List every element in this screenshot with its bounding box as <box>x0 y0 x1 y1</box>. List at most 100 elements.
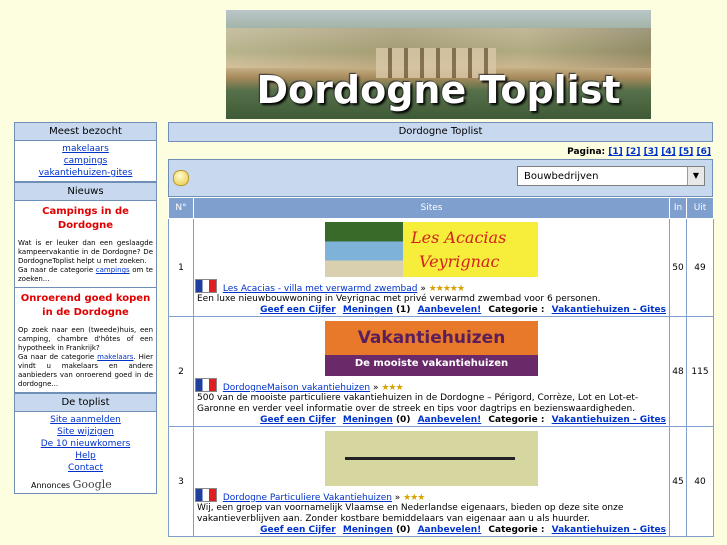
banner-line2: Veyrignac <box>419 252 500 271</box>
category-filter-row: Bouwbedrijven ▼ <box>168 159 713 197</box>
banner-line1: Vakantiehuizen <box>357 327 506 348</box>
contact-link[interactable]: Contact <box>68 463 103 473</box>
french-flag-icon <box>195 279 217 293</box>
col-num: N° <box>168 197 194 219</box>
page-1-link[interactable]: [1] <box>608 147 623 157</box>
site-actions: Geef een Cijfer Meningen (0) Aanbevelen!… <box>195 525 668 535</box>
site-wijzigen-link[interactable]: Site wijzigen <box>57 427 114 437</box>
row-rank: 3 <box>168 426 194 537</box>
news-text-onroerend: Op zoek naar een (tweede)huis, een campi… <box>15 324 156 392</box>
opinions-count: (0) <box>395 414 411 425</box>
help-link[interactable]: Help <box>75 451 96 461</box>
rate-link[interactable]: Geef een Cijfer <box>260 305 336 315</box>
sidebar-link-vakantiehuizen[interactable]: vakantiehuizen-gites <box>39 168 133 178</box>
rating-separator: » <box>391 492 404 503</box>
row-rank: 2 <box>168 316 194 427</box>
site-actions: Geef een Cijfer Meningen (0) Aanbevelen!… <box>195 415 668 425</box>
col-in: In <box>669 197 687 219</box>
site-description: Een luxe nieuwbouwwoning in Veyrignac me… <box>197 294 601 304</box>
news-link-makelaars[interactable]: makelaars <box>97 353 133 361</box>
category-label: Categorie : <box>488 414 545 425</box>
pool-photo <box>325 222 403 277</box>
lightbulb-icon <box>173 170 189 186</box>
page-2-link[interactable]: [2] <box>626 147 641 157</box>
table-header-row: N° Sites In Uit <box>168 197 714 219</box>
site-cell: Dordogne Particuliere Vakantiehuizen » ★… <box>193 426 670 537</box>
toplist-box: De toplist Site aanmelden Site wijzigen … <box>14 393 157 494</box>
category-select-value: Bouwbedrijven <box>524 171 599 182</box>
site-cell: Vakantiehuizen De mooiste vakantiehuizen… <box>193 316 670 427</box>
site-banner-acacias[interactable]: Les Acacias Veyrignac <box>325 222 538 277</box>
sidebar-link-makelaars[interactable]: makelaars <box>62 144 109 154</box>
opinions-count: (0) <box>395 524 411 535</box>
sidebar-link-campings[interactable]: campings <box>64 156 108 166</box>
rate-link[interactable]: Geef een Cijfer <box>260 415 336 425</box>
star-rating: ★★★ <box>403 492 425 503</box>
pager: Pagina: [1] [2] [3] [4] [5] [6] <box>168 142 713 159</box>
page-3-link[interactable]: [3] <box>644 147 659 157</box>
nieuwkomers-link[interactable]: De 10 nieuwkomers <box>41 439 131 449</box>
col-sites: Sites <box>193 197 670 219</box>
rate-link[interactable]: Geef een Cijfer <box>260 525 336 535</box>
toplist-heading: De toplist <box>15 394 156 412</box>
site-title-link[interactable]: Les Acacias - villa met verwarmd zwembad <box>223 284 418 294</box>
opinions-link[interactable]: Meningen <box>343 525 393 535</box>
news-link-prefix: Ga naar de categorie <box>18 266 96 274</box>
news-box: Nieuws Campings in de Dordogne Wat is er… <box>14 182 157 393</box>
star-rating: ★★★★★ <box>428 284 465 294</box>
category-link[interactable]: Vakantiehuizen - Gites <box>552 415 666 425</box>
news-title-onroerend: Onroerend goed kopen in de Dordogne <box>15 287 156 324</box>
news-body: Wat is er leuker dan een geslaagde kampe… <box>18 239 153 265</box>
annonces-label: Annonces <box>31 481 71 490</box>
news-heading: Nieuws <box>15 183 156 201</box>
category-label: Categorie : <box>488 524 545 535</box>
site-title-link[interactable]: Dordogne Particuliere Vakantiehuizen <box>223 493 392 503</box>
main-content: Dordogne Toplist Pagina: [1] [2] [3] [4]… <box>168 122 714 537</box>
page-4-link[interactable]: [4] <box>661 147 676 157</box>
french-flag-icon <box>195 377 217 392</box>
row-rank: 1 <box>168 218 194 317</box>
rating-separator: » <box>417 284 429 294</box>
site-title-link[interactable]: DordogneMaison vakantiehuizen <box>223 383 370 393</box>
news-title-campings: Campings in de Dordogne <box>42 206 129 231</box>
site-description: Wij, een groep van voornamelijk Vlaamse … <box>197 502 624 524</box>
table-row: 1 Les Acacias Veyrignac Les Acacias - vi… <box>168 218 714 317</box>
page-6-link[interactable]: [6] <box>697 147 712 157</box>
sidebar: Meest bezocht makelaars campings vakanti… <box>14 122 157 494</box>
sites-table: N° Sites In Uit 1 Les Acacias Veyrignac … <box>168 197 714 537</box>
main-heading: Dordogne Toplist <box>168 122 713 142</box>
site-banner-dordognemaison[interactable]: Vakantiehuizen De mooiste vakantiehuizen <box>325 320 538 376</box>
site-banner-particuliere[interactable] <box>325 430 538 486</box>
news-link-prefix: Ga naar de categorie <box>18 353 98 361</box>
chevron-down-icon[interactable]: ▼ <box>687 167 704 185</box>
news-body: Op zoek naar een (tweede)huis, een campi… <box>18 326 153 352</box>
category-link[interactable]: Vakantiehuizen - Gites <box>552 525 666 535</box>
opinions-link[interactable]: Meningen <box>343 415 393 425</box>
banner-line <box>345 456 515 460</box>
category-select[interactable]: Bouwbedrijven ▼ <box>517 166 705 186</box>
hits-in: 48 <box>669 316 687 427</box>
recommend-link[interactable]: Aanbevelen! <box>418 525 482 535</box>
most-visited-box: Meest bezocht makelaars campings vakanti… <box>14 122 157 182</box>
french-flag-icon <box>195 487 217 502</box>
hits-out: 115 <box>686 316 714 427</box>
site-actions: Geef een Cijfer Meningen (1) Aanbevelen!… <box>195 305 668 315</box>
recommend-link[interactable]: Aanbevelen! <box>418 415 482 425</box>
site-cell: Les Acacias Veyrignac Les Acacias - vill… <box>193 218 670 317</box>
banner-line2: De mooiste vakantiehuizen <box>354 357 509 369</box>
google-ads-label[interactable]: Annonces Google <box>15 476 156 493</box>
recommend-link[interactable]: Aanbevelen! <box>418 305 482 315</box>
site-banner: Dordogne Toplist <box>226 10 651 119</box>
banner-line1: Les Acacias <box>411 228 507 247</box>
page-5-link[interactable]: [5] <box>679 147 694 157</box>
banner-title: Dordogne Toplist <box>256 68 621 112</box>
opinions-link[interactable]: Meningen <box>343 305 393 315</box>
star-rating: ★★★ <box>381 382 403 393</box>
google-logo: Google <box>72 478 112 491</box>
hits-out: 40 <box>686 426 714 537</box>
pager-label: Pagina: <box>567 147 606 157</box>
category-link[interactable]: Vakantiehuizen - Gites <box>552 305 666 315</box>
category-label: Categorie : <box>488 305 545 315</box>
news-link-campings[interactable]: campings <box>96 266 130 274</box>
site-aanmelden-link[interactable]: Site aanmelden <box>50 415 121 425</box>
